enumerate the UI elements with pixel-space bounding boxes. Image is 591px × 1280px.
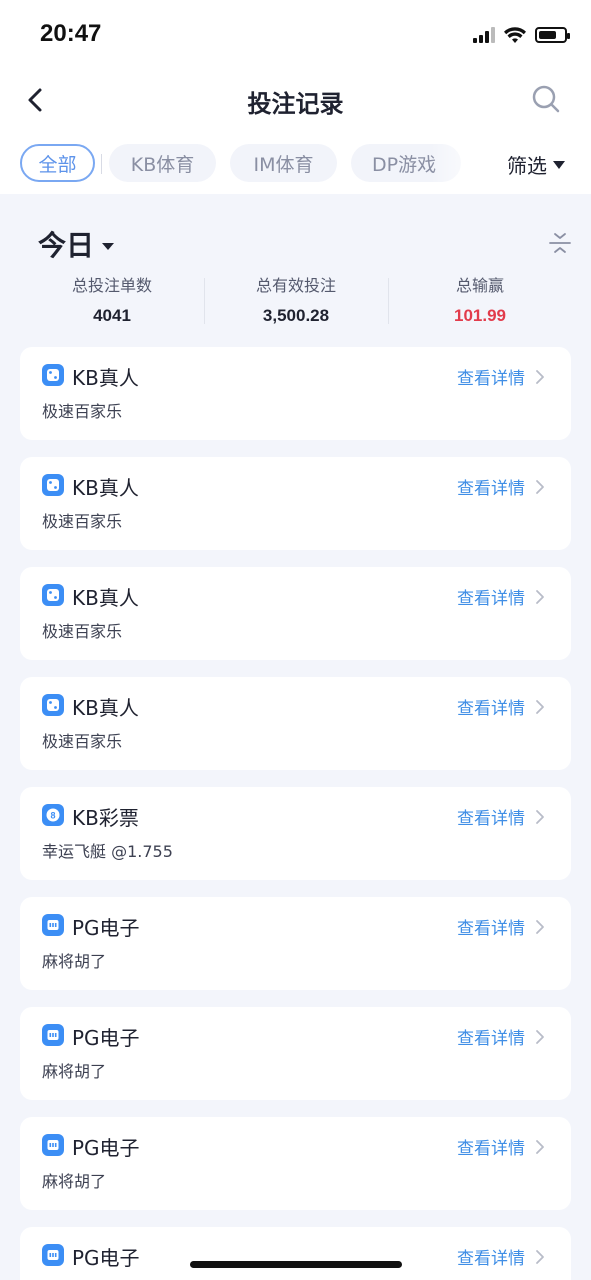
slot-machine-icon [42, 1244, 64, 1266]
slot-machine-icon [42, 914, 64, 936]
tab-fade-overlay [430, 132, 490, 194]
tab-all[interactable]: 全部 [20, 144, 95, 182]
stat-win-loss: 总输赢 101.99 [388, 272, 572, 326]
period-label: 今日 [38, 229, 95, 262]
bet-record-card[interactable]: KB真人 极速百家乐 查看详情 [20, 677, 571, 770]
view-details-label: 查看详情 [457, 809, 525, 829]
slot-machine-icon [42, 1024, 64, 1046]
stat-value: 101.99 [454, 306, 506, 325]
status-icons [473, 26, 570, 44]
chevron-right-icon [536, 919, 544, 934]
view-details-link[interactable]: 查看详情 [457, 694, 545, 719]
tab-im-sports[interactable]: IM体育 [230, 144, 337, 182]
chevron-right-icon [536, 369, 544, 384]
view-details-link[interactable]: 查看详情 [457, 364, 545, 389]
view-details-link[interactable]: 查看详情 [457, 584, 545, 609]
caret-down-icon [102, 242, 115, 250]
record-platform: KB真人 [72, 586, 139, 610]
tab-divider [101, 154, 102, 174]
lottery-ball-icon: 8 [42, 804, 64, 826]
battery-icon [535, 27, 570, 43]
record-game: 极速百家乐 [42, 512, 123, 531]
bet-record-card[interactable]: 8 KB彩票 幸运飞艇 @1.755 查看详情 [20, 787, 571, 880]
dice-icon [42, 474, 64, 496]
stat-label: 总有效投注 [255, 276, 336, 295]
stat-label: 总输赢 [455, 276, 504, 295]
view-details-label: 查看详情 [457, 919, 525, 939]
bet-record-card[interactable]: KB真人 极速百家乐 查看详情 [20, 457, 571, 550]
status-time: 20:47 [40, 20, 102, 47]
view-details-link[interactable]: 查看详情 [457, 1134, 545, 1159]
home-indicator [190, 1261, 402, 1268]
collapse-icon[interactable] [547, 230, 573, 256]
chevron-right-icon [536, 1249, 544, 1264]
stat-valid-bets: 总有效投注 3,500.28 [204, 272, 388, 326]
status-bar: 20:47 [0, 0, 591, 68]
bet-record-card[interactable]: KB真人 极速百家乐 查看详情 [20, 567, 571, 660]
bet-record-card[interactable]: KB真人 极速百家乐 查看详情 [20, 347, 571, 440]
record-game: 幸运飞艇 @1.755 [42, 842, 173, 861]
filter-label: 筛选 [507, 154, 547, 178]
view-details-label: 查看详情 [457, 369, 525, 389]
caret-down-icon [553, 160, 565, 169]
record-game: 麻将胡了 [42, 952, 107, 971]
search-icon[interactable] [529, 82, 563, 116]
dice-icon [42, 584, 64, 606]
view-details-label: 查看详情 [457, 1249, 525, 1269]
dice-icon [42, 694, 64, 716]
view-details-link[interactable]: 查看详情 [457, 804, 545, 829]
record-game: 麻将胡了 [42, 1062, 107, 1081]
chevron-right-icon [536, 1029, 544, 1044]
slot-machine-icon [42, 1134, 64, 1156]
view-details-label: 查看详情 [457, 1029, 525, 1049]
cellular-signal-icon [473, 27, 495, 43]
stat-value: 3,500.28 [262, 306, 330, 325]
record-platform: PG电子 [72, 1246, 140, 1270]
record-game: 极速百家乐 [42, 732, 123, 751]
view-details-link[interactable]: 查看详情 [457, 1244, 545, 1269]
record-platform: KB真人 [72, 476, 139, 500]
svg-text:8: 8 [50, 811, 55, 821]
period-selector[interactable]: 今日 [38, 224, 115, 264]
bet-record-card[interactable]: PG电子 查看详情 [20, 1227, 571, 1280]
summary-stats: 总投注单数 4041 总有效投注 3,500.28 总输赢 101.99 [20, 272, 571, 332]
view-details-link[interactable]: 查看详情 [457, 474, 545, 499]
record-platform: KB彩票 [72, 806, 139, 830]
view-details-label: 查看详情 [457, 699, 525, 719]
wifi-icon [504, 27, 526, 43]
record-platform: PG电子 [72, 1136, 140, 1160]
record-platform: KB真人 [72, 696, 139, 720]
chevron-right-icon [536, 809, 544, 824]
chevron-right-icon [536, 589, 544, 604]
view-details-label: 查看详情 [457, 479, 525, 499]
view-details-label: 查看详情 [457, 589, 525, 609]
platform-tab-bar: 全部 KB体育 IM体育 DP游戏 筛选 [0, 132, 591, 194]
nav-bar: 投注记录 [0, 68, 591, 132]
view-details-link[interactable]: 查看详情 [457, 914, 545, 939]
chevron-right-icon [536, 1139, 544, 1154]
stat-label: 总投注单数 [71, 276, 152, 295]
record-game: 极速百家乐 [42, 622, 123, 641]
bet-record-card[interactable]: PG电子 麻将胡了 查看详情 [20, 1007, 571, 1100]
stat-total-bets: 总投注单数 4041 [20, 272, 204, 326]
chevron-right-icon [536, 699, 544, 714]
record-platform: PG电子 [72, 1026, 140, 1050]
record-platform: PG电子 [72, 916, 140, 940]
view-details-link[interactable]: 查看详情 [457, 1024, 545, 1049]
tab-kb-sports[interactable]: KB体育 [109, 144, 216, 182]
record-platform: KB真人 [72, 366, 139, 390]
bet-record-card[interactable]: PG电子 麻将胡了 查看详情 [20, 1117, 571, 1210]
record-game: 极速百家乐 [42, 402, 123, 421]
dice-icon [42, 364, 64, 386]
stat-value: 4041 [93, 306, 131, 325]
chevron-right-icon [536, 479, 544, 494]
view-details-label: 查看详情 [457, 1139, 525, 1159]
filter-button[interactable]: 筛选 [507, 150, 565, 179]
bet-record-card[interactable]: PG电子 麻将胡了 查看详情 [20, 897, 571, 990]
page-title: 投注记录 [247, 90, 344, 118]
record-game: 麻将胡了 [42, 1172, 107, 1191]
